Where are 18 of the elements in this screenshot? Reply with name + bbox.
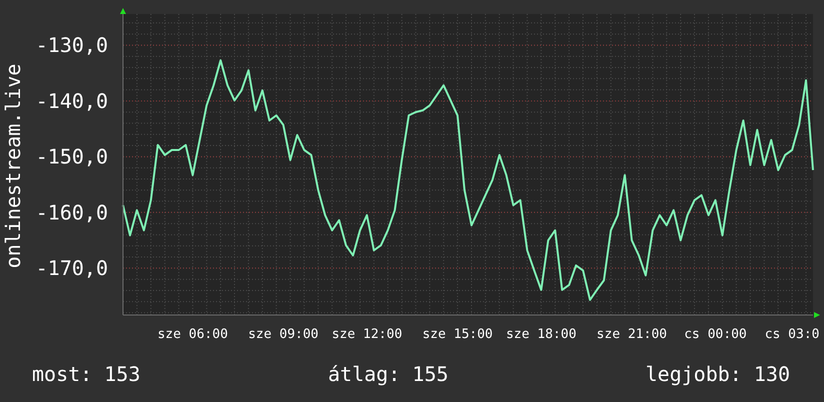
x-tick-label: sze 21:00: [596, 327, 668, 342]
x-tick-label: sze 15:00: [422, 327, 493, 342]
y-tick-label: -160,0: [36, 200, 108, 224]
y-tick-label: -140,0: [36, 88, 108, 113]
x-tick-label: cs 00:00: [684, 327, 747, 342]
y-tick-label: -150,0: [36, 144, 108, 169]
y-tick-label: -170,0: [36, 256, 108, 280]
stat-text: legjobb: 130: [646, 362, 790, 386]
stat-text: átlag: 155: [328, 362, 450, 386]
x-tick-label: sze 09:00: [248, 327, 319, 342]
y-axis-title: onlinestream.live: [1, 64, 25, 268]
x-axis-arrow-icon: [814, 312, 820, 318]
x-tick-label: sze 06:00: [157, 327, 228, 342]
x-tick-label: cs 03:0: [764, 327, 820, 342]
y-tick-label: -130,0: [36, 33, 108, 58]
x-tick-label: sze 18:00: [506, 327, 576, 342]
stat-text: most: 153: [32, 362, 142, 386]
x-tick-label: sze 12:00: [332, 327, 402, 342]
